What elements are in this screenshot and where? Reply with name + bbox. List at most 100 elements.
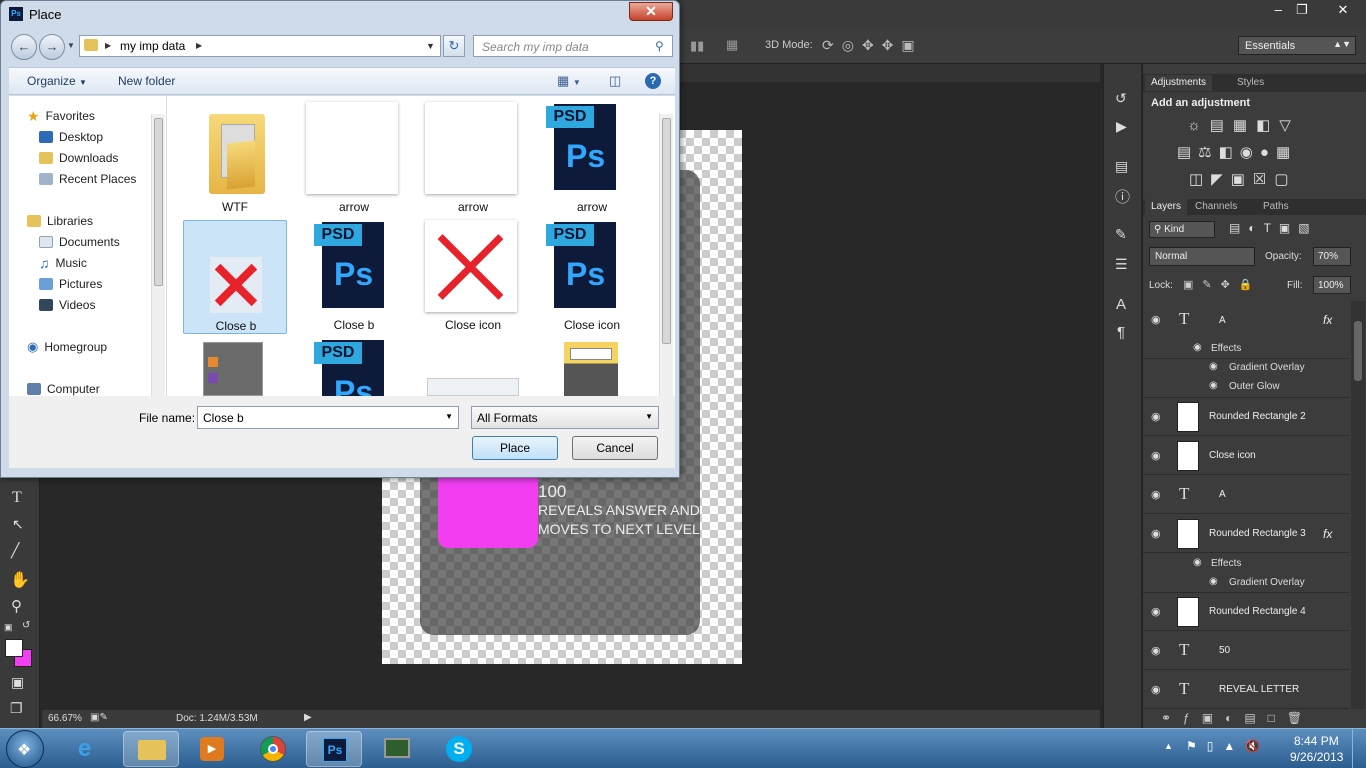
adjustment-icons-row2[interactable]: ▤⚖◧◉●▦ (1177, 143, 1297, 161)
eye-icon[interactable]: ◉ (1151, 644, 1165, 658)
refresh-button[interactable]: ↻ (443, 35, 465, 57)
tab-adjustments[interactable]: Adjustments (1145, 75, 1213, 91)
layer-row[interactable]: ◉ T 50 (1143, 632, 1349, 670)
tab-layers[interactable]: Layers (1145, 199, 1188, 215)
eye-icon[interactable]: ◉ (1151, 527, 1165, 541)
eye-icon[interactable]: ◉ (1209, 380, 1218, 391)
distribute-icon[interactable]: ▦ (726, 37, 738, 53)
place-button[interactable]: Place (472, 436, 558, 460)
file-type-select[interactable]: All Formats ▼ (471, 406, 659, 429)
recent-locations-icon[interactable]: ▼ (67, 41, 75, 50)
nav-libraries[interactable]: Libraries (27, 212, 93, 230)
nav-downloads[interactable]: Downloads (39, 149, 118, 167)
character-icon[interactable]: A (1116, 296, 1126, 313)
dialog-close-button[interactable]: ✕ (629, 2, 673, 21)
eye-icon[interactable]: ◉ (1151, 488, 1165, 502)
foreground-color-swatch[interactable] (5, 639, 23, 657)
status-icons[interactable]: ▣✎ (90, 712, 108, 723)
tab-styles[interactable]: Styles (1231, 75, 1270, 91)
show-hidden-icons[interactable]: ▲ (1164, 741, 1173, 751)
blend-mode-select[interactable]: Normal (1149, 247, 1255, 266)
file-item[interactable]: Close icon (421, 220, 525, 334)
info-icon[interactable]: ⓘ (1115, 186, 1130, 207)
zoom-tool-icon[interactable]: ⚲ (11, 597, 22, 615)
quick-mask-icon[interactable]: ▣ (11, 674, 24, 691)
eye-icon[interactable]: ◉ (1151, 683, 1165, 697)
close-app-button[interactable]: ✕ (1320, 0, 1366, 20)
tab-channels[interactable]: Channels (1189, 199, 1243, 215)
layers-scrollbar[interactable] (1351, 301, 1365, 709)
zoom-level[interactable]: 66.67% (48, 713, 82, 724)
cancel-button[interactable]: Cancel (572, 436, 658, 460)
show-desktop-button[interactable] (1352, 729, 1366, 768)
nav-documents[interactable]: Documents (39, 233, 120, 251)
eye-icon[interactable]: ◉ (1193, 557, 1202, 568)
breadcrumb-folder[interactable]: my imp data (120, 39, 185, 53)
properties-icon[interactable]: ▤ (1115, 158, 1128, 175)
nav-scrollbar[interactable] (151, 114, 165, 396)
lock-icons[interactable]: ▣✎✥🔒 (1183, 278, 1262, 291)
file-item-selected[interactable]: Close b (183, 220, 287, 334)
file-item[interactable]: PSD Ps Close icon (540, 220, 644, 334)
eye-icon[interactable]: ◉ (1151, 410, 1165, 424)
nav-homegroup[interactable]: ◉ Homegroup (27, 338, 107, 356)
layer-row[interactable]: ◉ T A (1143, 476, 1349, 514)
file-item[interactable] (540, 338, 644, 396)
layer-row[interactable]: ◉ T REVEAL LETTER (1143, 671, 1349, 709)
taskbar-skype[interactable]: S (431, 731, 487, 767)
eye-icon[interactable]: ◉ (1151, 605, 1165, 619)
layers-footer-icons[interactable]: ⚭ƒ▣◐▤□🗑 (1161, 711, 1314, 725)
file-item[interactable]: PSD Ps (302, 338, 406, 410)
breadcrumb-arrow-icon[interactable]: ▶ (196, 41, 202, 50)
file-item[interactable]: arrow (421, 102, 525, 216)
taskbar-media-player[interactable]: ▶ (184, 731, 240, 767)
hand-tool-icon[interactable]: ✋ (10, 570, 30, 590)
actions-play-icon[interactable]: ▶ (1116, 118, 1127, 135)
layer-row[interactable]: ◉ Rounded Rectangle 2 (1143, 398, 1349, 436)
nav-music[interactable]: ♫ Music (39, 254, 87, 272)
back-button[interactable]: ← (11, 34, 37, 60)
line-tool-icon[interactable]: ╱ (11, 542, 19, 559)
nav-videos[interactable]: Videos (39, 296, 95, 314)
view-options-icon[interactable]: ▦ ▼ (557, 73, 581, 89)
brush-icon[interactable]: ✎ (1115, 226, 1127, 243)
nav-recent-places[interactable]: Recent Places (39, 170, 136, 188)
nav-favorites[interactable]: ★ Favorites (27, 107, 95, 125)
effects-row[interactable]: ◉ Effects (1143, 339, 1349, 358)
layer-row[interactable]: ◉ Close icon (1143, 437, 1349, 475)
clock-date[interactable]: 9/26/2013 (1290, 750, 1343, 764)
files-scrollbar[interactable] (659, 114, 673, 396)
file-item[interactable]: arrow (302, 102, 406, 216)
organize-button[interactable]: Organize ▼ (27, 74, 87, 88)
eye-icon[interactable]: ◉ (1151, 313, 1165, 327)
taskbar-explorer[interactable] (123, 731, 179, 767)
preview-pane-icon[interactable]: ◫ (609, 73, 621, 89)
paragraph-icon[interactable]: ¶ (1117, 324, 1125, 341)
layer-filter-kind[interactable]: ⚲ Kind (1149, 221, 1215, 238)
path-selection-icon[interactable]: ↖ (12, 516, 24, 533)
eye-icon[interactable]: ◉ (1209, 576, 1218, 587)
fill-field[interactable]: 100% (1313, 276, 1351, 294)
eye-icon[interactable]: ◉ (1209, 361, 1218, 372)
taskbar-photoshop[interactable]: Ps (306, 731, 362, 767)
type-tool-icon[interactable]: T (12, 489, 22, 507)
new-folder-button[interactable]: New folder (118, 74, 175, 88)
3d-mode-icons[interactable]: ⟳◎✥✥▣ (822, 37, 923, 54)
help-icon[interactable]: ? (645, 73, 661, 89)
layer-row[interactable]: ◉ Rounded Rectangle 3 fx (1143, 515, 1349, 553)
screen-mode-icon[interactable]: ❐ (10, 700, 23, 717)
layer-row[interactable]: ◉ Rounded Rectangle 4 (1143, 593, 1349, 631)
clock-time[interactable]: 8:44 PM (1294, 734, 1339, 748)
file-name-input[interactable]: Close b ▼ (197, 406, 459, 429)
layer-filter-icons[interactable]: ▤◐T▣▧ (1229, 221, 1318, 235)
address-bar[interactable]: ▶ my imp data ▶ ▼ (79, 35, 441, 57)
file-item[interactable]: PSD Ps Close b (302, 220, 406, 334)
status-menu-arrow-icon[interactable]: ▶ (304, 712, 312, 723)
file-item[interactable]: PSD Ps arrow (540, 102, 644, 216)
workspace-select[interactable]: Essentials ▲▼ (1238, 36, 1356, 55)
default-colors-icon[interactable]: ▣ (4, 622, 13, 633)
effect-row[interactable]: ◉ Gradient Overlay (1143, 573, 1349, 593)
adjustment-icons-row3[interactable]: ◫◤▣☒▢ (1189, 170, 1297, 188)
opacity-field[interactable]: 70% (1313, 247, 1351, 266)
forward-button[interactable]: → (39, 34, 65, 60)
